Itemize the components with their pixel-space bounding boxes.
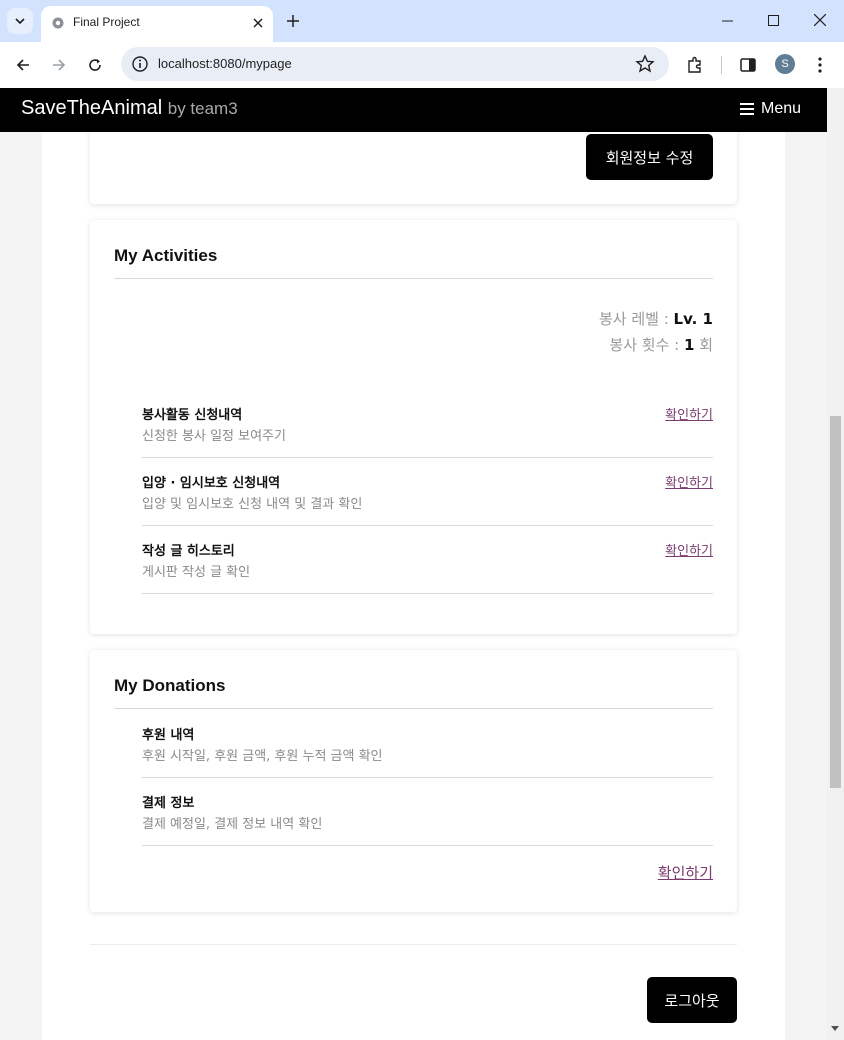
- maximize-button[interactable]: [750, 6, 796, 34]
- page-container: 회원정보 수정 My Activities 봉사 레벨 : Lv. 1 봉사 횟…: [42, 102, 785, 1040]
- forward-button[interactable]: [45, 51, 73, 79]
- profile-avatar[interactable]: S: [775, 54, 795, 74]
- item-description: 후원 시작일, 후원 금액, 후원 누적 금액 확인: [142, 749, 383, 764]
- puzzle-icon: [688, 56, 701, 73]
- item-title: 작성 글 히스토리: [142, 544, 235, 559]
- minimize-icon: [721, 20, 733, 21]
- address-bar[interactable]: localhost:8080/mypage: [121, 47, 669, 81]
- back-button[interactable]: [9, 51, 37, 79]
- close-tab-icon[interactable]: [249, 14, 267, 32]
- plus-icon: [287, 15, 299, 27]
- tab-strip: Final Project: [0, 0, 844, 42]
- tab-search-button[interactable]: [7, 8, 33, 34]
- reload-button[interactable]: [81, 51, 109, 79]
- chevron-down-icon: [15, 18, 25, 25]
- close-window-button[interactable]: [797, 6, 843, 34]
- new-tab-button[interactable]: [282, 10, 304, 32]
- scrollbar-thumb[interactable]: [830, 416, 841, 788]
- side-panel-button[interactable]: [734, 51, 762, 79]
- item-divider: [142, 845, 713, 846]
- reload-icon: [89, 59, 101, 71]
- close-icon: [814, 14, 826, 26]
- volunteer-level: 봉사 레벨 : Lv. 1: [598, 310, 713, 328]
- list-item: 입양 · 임시보호 신청내역 입양 및 임시보호 신청 내역 및 결과 확인 확…: [142, 472, 713, 512]
- side-panel-icon: [740, 58, 756, 72]
- minimize-button[interactable]: [704, 6, 750, 34]
- donations-divider: [114, 708, 713, 709]
- item-title: 봉사활동 신청내역: [142, 408, 243, 423]
- item-divider: [142, 525, 713, 526]
- footer-divider: [90, 944, 737, 945]
- arrow-right-icon: [53, 59, 66, 71]
- volunteer-count: 봉사 횟수 : 1 회: [609, 336, 713, 354]
- item-title: 입양 · 임시보호 신청내역: [142, 476, 281, 491]
- page-viewport: 회원정보 수정 My Activities 봉사 레벨 : Lv. 1 봉사 횟…: [0, 88, 844, 1040]
- item-title: 후원 내역: [142, 728, 195, 743]
- check-link[interactable]: 확인하기: [665, 404, 713, 423]
- scroll-down-arrow[interactable]: [831, 1026, 839, 1031]
- site-brand[interactable]: SaveTheAnimal by team3: [21, 97, 238, 120]
- site-navbar: SaveTheAnimal by team3 Menu: [0, 88, 827, 132]
- item-description: 입양 및 임시보호 신청 내역 및 결과 확인: [142, 497, 363, 512]
- browser-toolbar: localhost:8080/mypage S: [0, 42, 844, 88]
- extensions-button[interactable]: [681, 51, 709, 79]
- info-icon[interactable]: [131, 55, 149, 73]
- activities-card: My Activities 봉사 레벨 : Lv. 1 봉사 횟수 : 1 회 …: [90, 220, 737, 634]
- edit-profile-button[interactable]: 회원정보 수정: [586, 134, 713, 180]
- item-divider: [142, 777, 713, 778]
- page-scrollbar[interactable]: [827, 88, 844, 1040]
- check-link[interactable]: 확인하기: [665, 540, 713, 559]
- logout-button[interactable]: 로그아웃: [647, 977, 737, 1023]
- url-text[interactable]: localhost:8080/mypage: [158, 56, 292, 71]
- list-item: 후원 내역 후원 시작일, 후원 금액, 후원 누적 금액 확인: [142, 724, 713, 764]
- tab-title: Final Project: [73, 15, 140, 29]
- hamburger-icon: [740, 103, 754, 115]
- browser-menu-button[interactable]: [806, 51, 834, 79]
- list-item: 작성 글 히스토리 게시판 작성 글 확인 확인하기: [142, 540, 713, 580]
- list-item: 결제 정보 결제 예정일, 결제 정보 내역 확인: [142, 792, 713, 832]
- maximize-icon: [767, 14, 779, 26]
- menu-button[interactable]: Menu: [740, 100, 801, 118]
- arrow-left-icon: [16, 59, 29, 71]
- donations-check-link[interactable]: 확인하기: [658, 862, 713, 883]
- item-description: 신청한 봉사 일정 보여주기: [142, 429, 286, 444]
- bookmark-star-icon[interactable]: [635, 54, 655, 74]
- item-description: 결제 예정일, 결제 정보 내역 확인: [142, 817, 323, 832]
- browser-tab[interactable]: Final Project: [41, 6, 273, 42]
- donations-card: My Donations 후원 내역 후원 시작일, 후원 금액, 후원 누적 …: [90, 650, 737, 912]
- item-title: 결제 정보: [142, 796, 195, 811]
- activities-divider: [114, 278, 713, 279]
- check-link[interactable]: 확인하기: [665, 472, 713, 491]
- gear-icon: [52, 17, 64, 29]
- kebab-menu-icon: [818, 57, 822, 73]
- list-item: 봉사활동 신청내역 신청한 봉사 일정 보여주기 확인하기: [142, 404, 713, 444]
- item-description: 게시판 작성 글 확인: [142, 565, 251, 580]
- item-divider: [142, 457, 713, 458]
- item-divider: [142, 593, 713, 594]
- donations-title: My Donations: [114, 676, 226, 695]
- toolbar-divider: [721, 56, 722, 74]
- activities-title: My Activities: [114, 246, 218, 265]
